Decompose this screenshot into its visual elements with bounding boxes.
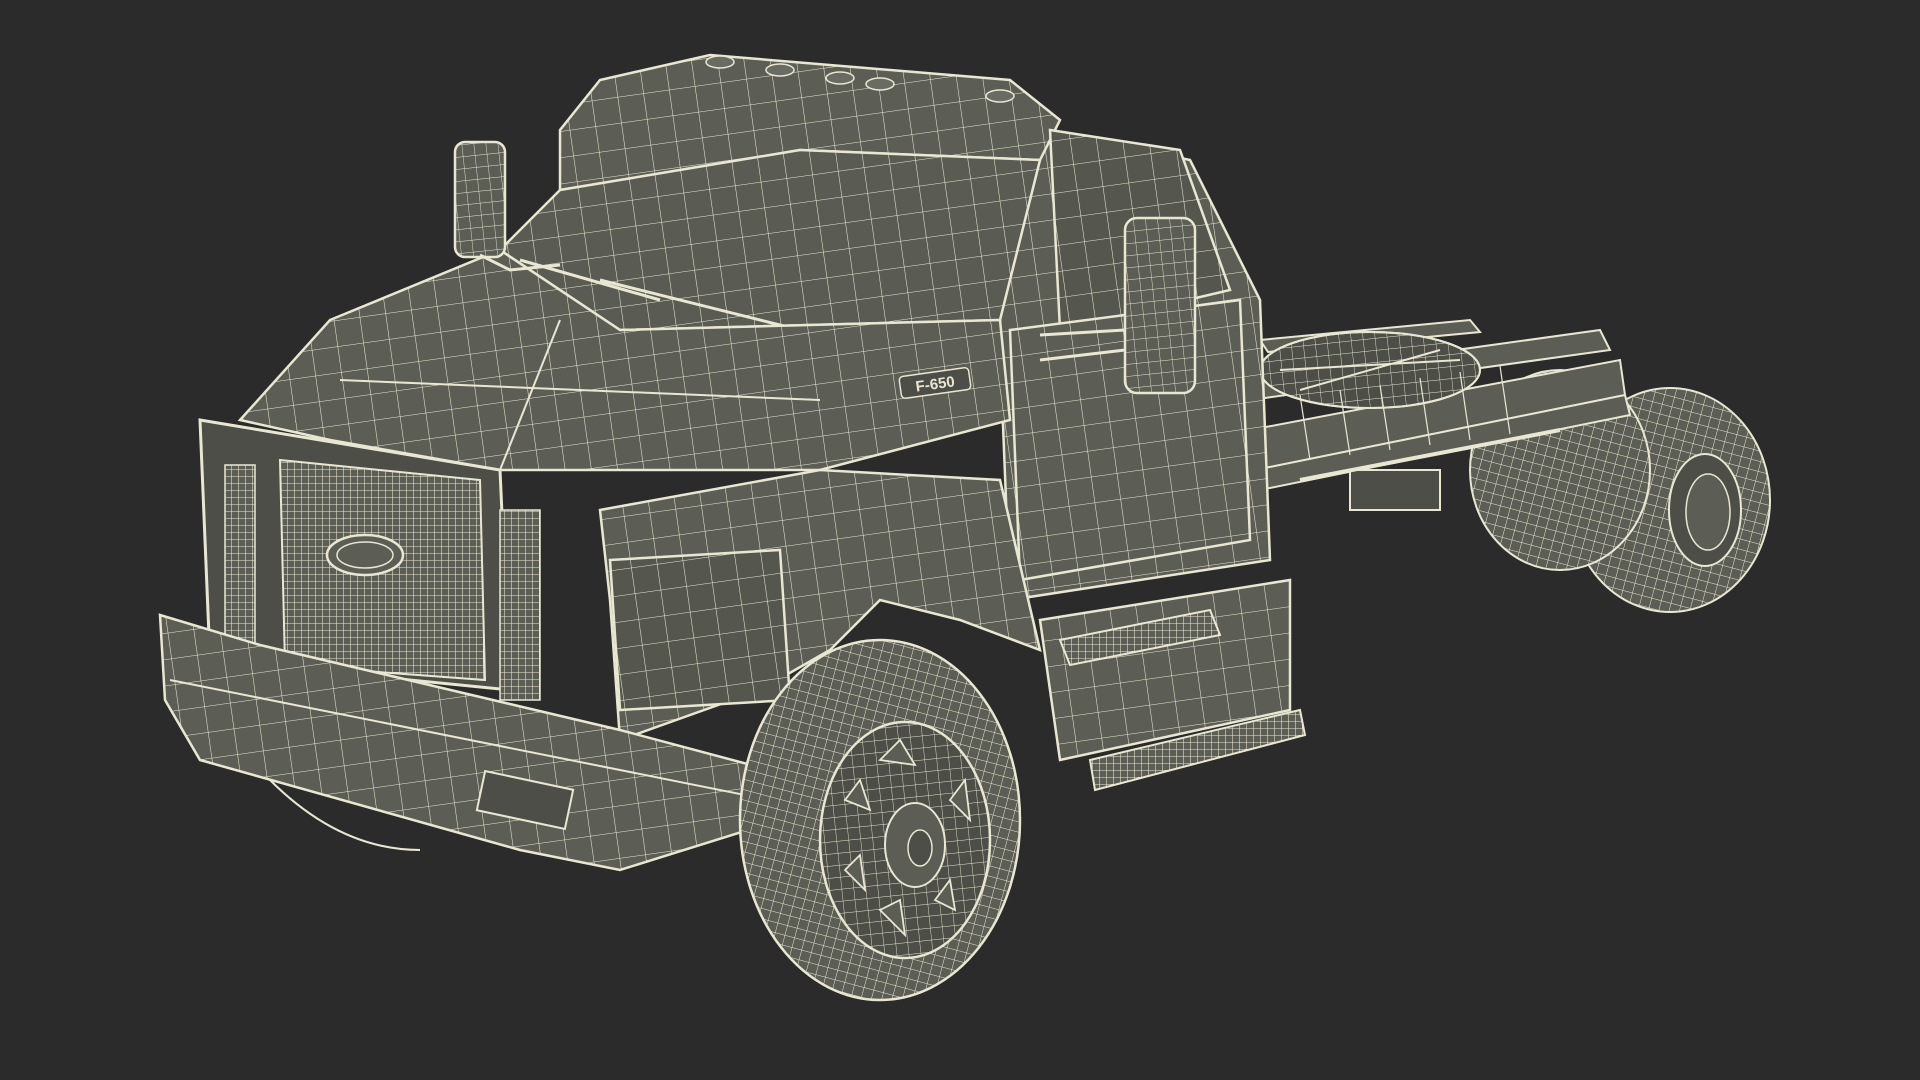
front-wheel <box>738 638 1022 1002</box>
headlight <box>608 548 792 712</box>
brand-emblem <box>325 533 405 577</box>
truck-wireframe-render: F-650 <box>0 0 1920 1080</box>
